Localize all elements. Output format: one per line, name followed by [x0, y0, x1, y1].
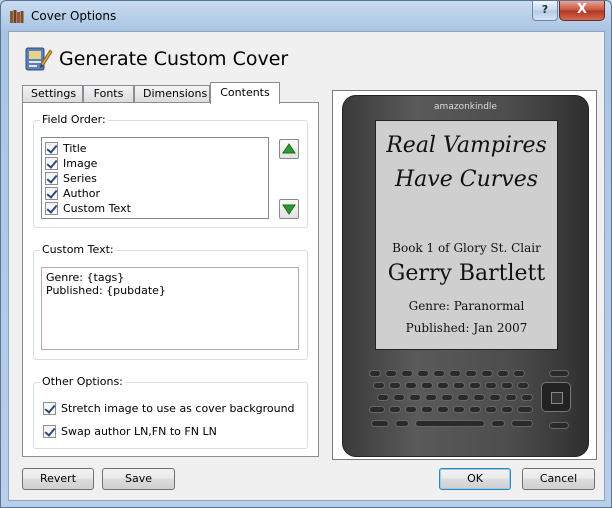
swap-author-label: Swap author LN,FN to FN LN — [61, 425, 217, 438]
list-item[interactable]: Author — [45, 186, 100, 201]
field-order-group: Field Order: Title Image Series Author C… — [33, 113, 308, 228]
stretch-image-label: Stretch image to use as cover background — [61, 402, 295, 415]
custom-text-line: Published: {pubdate} — [46, 284, 166, 297]
tab-contents[interactable]: Contents — [210, 82, 280, 104]
checkbox-series[interactable] — [45, 172, 58, 185]
list-item-label: Custom Text — [63, 202, 131, 215]
kindle-keyboard — [361, 364, 571, 444]
field-order-label: Field Order: — [40, 113, 108, 126]
field-order-list[interactable]: Title Image Series Author Custom Text — [41, 137, 269, 219]
save-button[interactable]: Save — [102, 468, 175, 490]
list-item-label: Image — [63, 157, 98, 170]
list-item-label: Author — [63, 187, 101, 200]
calibre-books-icon — [10, 10, 24, 23]
cover-preview: amazonkindle Real Vampires Have Curves B… — [332, 90, 597, 460]
preview-genre: Genre: Paranormal — [408, 299, 525, 313]
down-arrow-icon — [282, 204, 296, 215]
dialog-window: Cover Options ? X Generate Custom Cover … — [0, 0, 612, 508]
move-up-button[interactable] — [279, 139, 299, 159]
help-button[interactable]: ? — [532, 1, 558, 21]
kindle-dpad — [541, 382, 571, 412]
preview-published: Published: Jan 2007 — [405, 321, 528, 335]
cancel-button[interactable]: Cancel — [522, 468, 595, 490]
checkbox-author[interactable] — [45, 187, 58, 200]
up-arrow-icon — [282, 143, 296, 154]
swap-author-checkbox[interactable] — [43, 425, 56, 438]
contents-panel: Field Order: Title Image Series Author C… — [22, 102, 319, 457]
kindle-brand-text: amazonkindle — [434, 102, 497, 112]
preview-author: Gerry Bartlett — [387, 261, 546, 286]
custom-text-line: Genre: {tags} — [46, 271, 125, 284]
list-item-label: Title — [63, 142, 87, 155]
swap-author-option[interactable]: Swap author LN,FN to FN LN — [43, 425, 217, 438]
custom-text-input[interactable]: Genre: {tags} Published: {pubdate} — [41, 267, 299, 350]
cover-generator-icon — [25, 47, 53, 71]
dialog-client: Generate Custom Cover Settings Fonts Dim… — [8, 31, 605, 501]
list-item[interactable]: Image — [45, 156, 97, 171]
revert-button[interactable]: Revert — [22, 468, 94, 490]
title-bar: Cover Options ? X — [1, 1, 611, 31]
list-item[interactable]: Series — [45, 171, 97, 186]
stretch-image-option[interactable]: Stretch image to use as cover background — [43, 402, 295, 415]
tab-dimensions[interactable]: Dimensions — [134, 85, 210, 103]
stretch-image-checkbox[interactable] — [43, 402, 56, 415]
list-item[interactable]: Custom Text — [45, 201, 131, 216]
other-options-label: Other Options: — [40, 375, 125, 388]
preview-series: Book 1 of Glory St. Clair — [392, 241, 541, 255]
tab-settings[interactable]: Settings — [22, 85, 83, 103]
ok-button[interactable]: OK — [439, 468, 511, 490]
list-item-label: Series — [63, 172, 97, 185]
checkbox-title[interactable] — [45, 142, 58, 155]
dialog-header-title: Generate Custom Cover — [59, 48, 289, 70]
close-button[interactable]: X — [559, 1, 605, 21]
window-title: Cover Options — [31, 9, 117, 23]
preview-title-line1: Real Vampires — [386, 133, 547, 158]
tab-fonts[interactable]: Fonts — [83, 85, 134, 103]
other-options-group: Other Options: Stretch image to use as c… — [33, 375, 308, 449]
list-item[interactable]: Title — [45, 141, 87, 156]
custom-text-label: Custom Text: — [40, 243, 116, 256]
move-down-button[interactable] — [279, 199, 299, 219]
checkbox-custom-text[interactable] — [45, 202, 58, 215]
custom-text-group: Custom Text: Genre: {tags} Published: {p… — [33, 243, 308, 360]
checkbox-image[interactable] — [45, 157, 58, 170]
kindle-device-image: amazonkindle Real Vampires Have Curves B… — [342, 95, 589, 457]
kindle-screen: Real Vampires Have Curves Book 1 of Glor… — [375, 120, 558, 350]
preview-title-line2: Have Curves — [395, 167, 538, 192]
